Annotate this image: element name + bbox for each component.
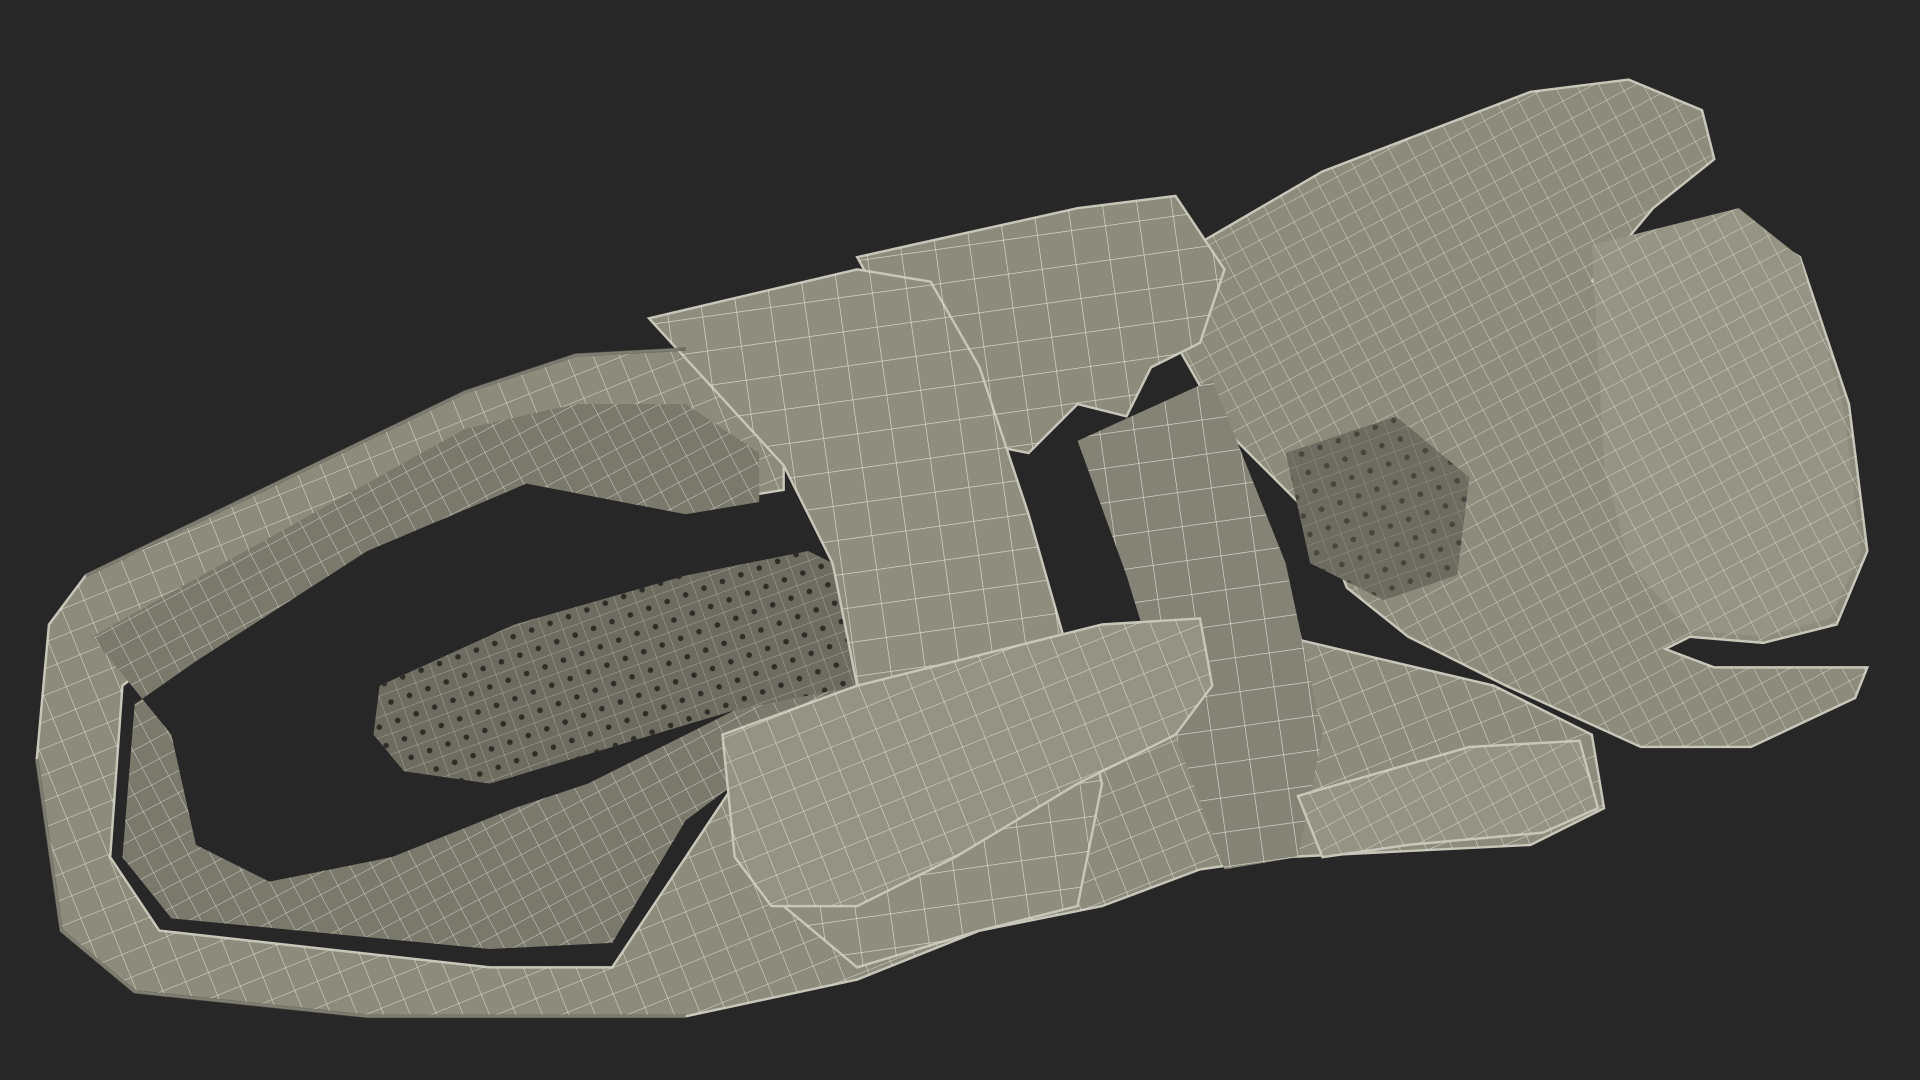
wireframe-render	[34, 78, 1870, 1019]
render-viewport	[0, 0, 1920, 1080]
